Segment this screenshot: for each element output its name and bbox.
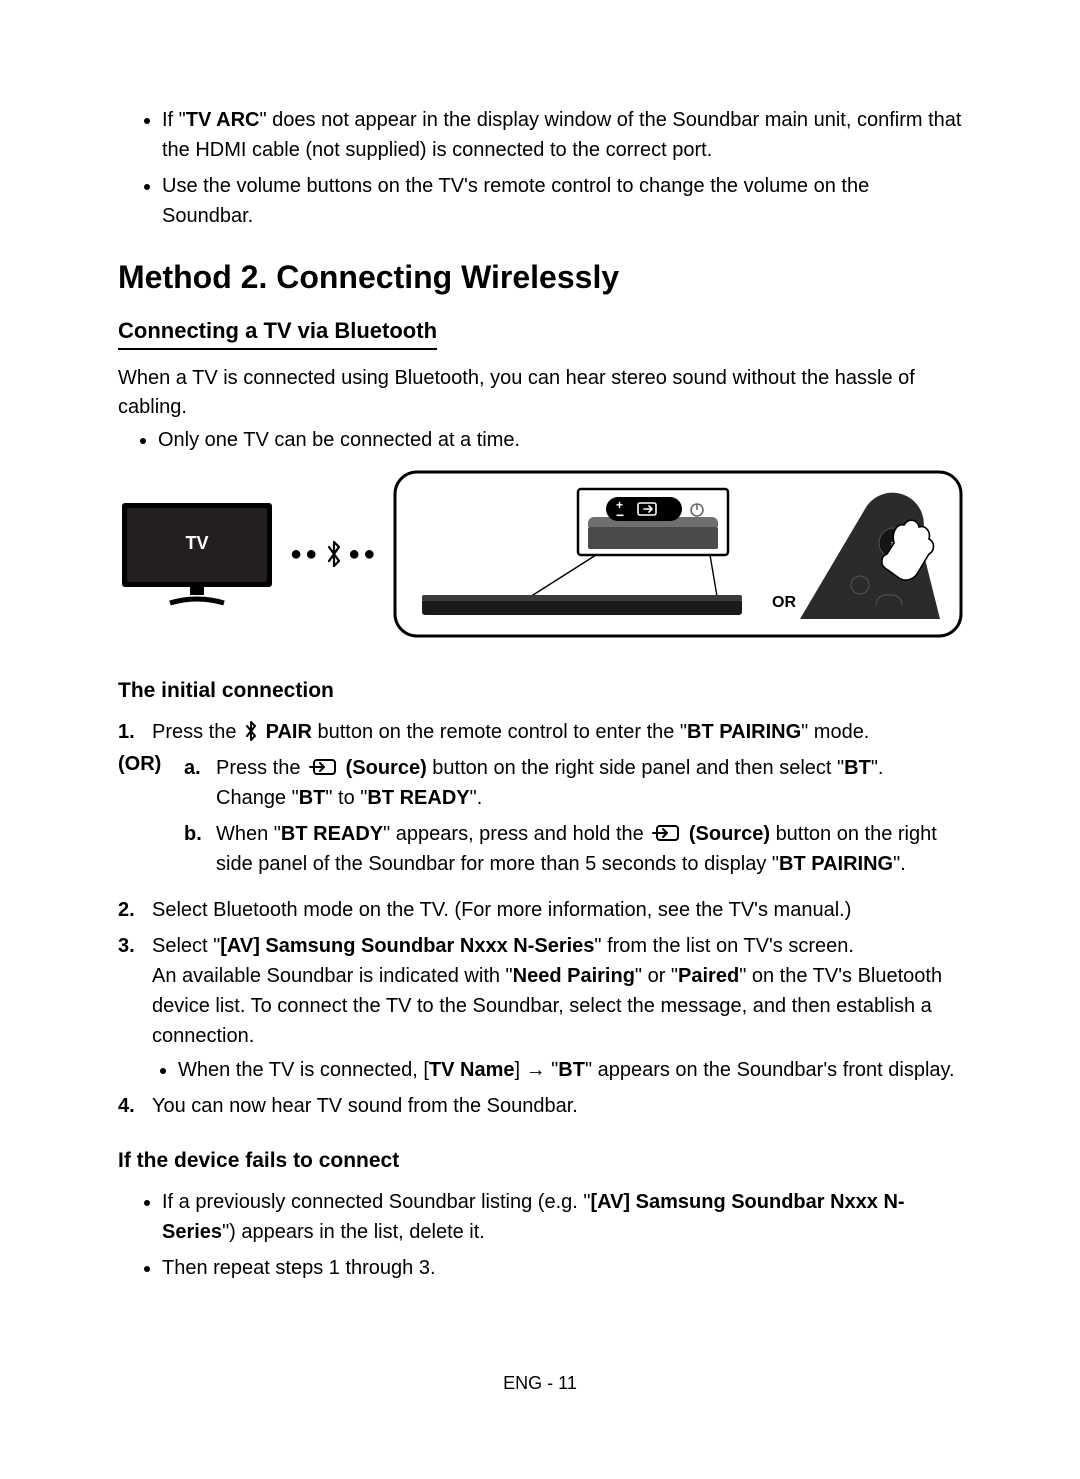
page-footer: ENG - 11 — [0, 1373, 1080, 1394]
connection-diagram: TV ●● ●● — [118, 469, 962, 639]
step-number: 1. — [118, 717, 135, 747]
text: button on the remote control to enter th… — [317, 721, 687, 743]
top-note-item: Use the volume buttons on the TV's remot… — [162, 171, 962, 231]
substep-item: a. Press the (Source) button on the righ… — [184, 753, 962, 813]
top-note-list: If "TV ARC" does not appear in the displ… — [118, 105, 962, 231]
text-bold: Paired — [678, 965, 739, 987]
bluetooth-link-icon: ●● ●● — [290, 540, 378, 568]
text: If a previously connected Soundbar listi… — [162, 1191, 590, 1213]
top-note-item: If "TV ARC" does not appear in the displ… — [162, 105, 962, 165]
text-bold: TV Name — [429, 1059, 515, 1081]
subsection-heading: Connecting a TV via Bluetooth — [118, 318, 437, 350]
text: An available Soundbar is indicated with … — [152, 965, 513, 987]
inner-bullet-item: When the TV is connected, [TV Name] → "B… — [178, 1055, 962, 1085]
substeps: a. Press the (Source) button on the righ… — [184, 753, 962, 885]
initial-connection-heading: The initial connection — [118, 679, 962, 703]
text: " to " — [325, 787, 367, 809]
substep-letter: a. — [184, 753, 201, 783]
note-list: Only one TV can be connected at a time. — [118, 426, 962, 455]
inner-bullet-list: When the TV is connected, [TV Name] → "B… — [152, 1055, 962, 1085]
text: If " — [162, 109, 186, 131]
intro-text: When a TV is connected using Bluetooth, … — [118, 364, 962, 422]
text: When the TV is connected, [ — [178, 1059, 429, 1081]
manual-page: If "TV ARC" does not appear in the displ… — [0, 0, 1080, 1479]
text: ". — [871, 757, 884, 779]
text-bold: BT — [844, 757, 871, 779]
or-block: (OR) a. Press the (Source) button on the… — [118, 753, 962, 885]
tv-illustration: TV — [118, 499, 276, 609]
text: " from the list on TV's screen. — [594, 935, 854, 957]
soundbar-illustration: + − — [392, 469, 964, 639]
step-number: 2. — [118, 895, 135, 925]
svg-text:−: − — [616, 507, 624, 523]
text: " does not appear in the display window … — [162, 109, 961, 161]
step-item: 3. Select "[AV] Samsung Soundbar Nxxx N-… — [118, 931, 962, 1085]
fail-item: If a previously connected Soundbar listi… — [162, 1187, 962, 1247]
or-label: OR — [772, 594, 796, 611]
text-bold: BT — [299, 787, 326, 809]
fail-list: If a previously connected Soundbar listi… — [118, 1187, 962, 1283]
steps-list-cont: 2. Select Bluetooth mode on the TV. (For… — [118, 895, 962, 1121]
text: ] → " — [514, 1059, 558, 1081]
substep-letter: b. — [184, 819, 202, 849]
source-icon — [308, 757, 338, 777]
step-number: 4. — [118, 1091, 135, 1121]
substep-item: b. When "BT READY" appears, press and ho… — [184, 819, 962, 879]
text-bold: (Source) — [689, 823, 770, 845]
text: " appears, press and hold the — [383, 823, 649, 845]
text-bold: BT READY — [281, 823, 383, 845]
text: " or " — [635, 965, 678, 987]
text-bold: BT PAIRING — [687, 721, 801, 743]
bluetooth-icon — [244, 721, 258, 741]
note-item: Only one TV can be connected at a time. — [158, 426, 962, 455]
text: ". — [470, 787, 483, 809]
tv-label: TV — [185, 533, 208, 553]
text: " appears on the Soundbar's front displa… — [585, 1059, 955, 1081]
or-label: (OR) — [118, 753, 166, 776]
step-number: 3. — [118, 931, 135, 961]
step-item: 4. You can now hear TV sound from the So… — [118, 1091, 962, 1121]
step-item: 1. Press the PAIR button on the remote c… — [118, 717, 962, 747]
fail-item: Then repeat steps 1 through 3. — [162, 1253, 962, 1283]
text: Change " — [216, 787, 299, 809]
text: Press the — [152, 721, 242, 743]
text: ") appears in the list, delete it. — [222, 1221, 485, 1243]
text: Use the volume buttons on the TV's remot… — [162, 175, 869, 227]
text: Then repeat steps 1 through 3. — [162, 1257, 436, 1279]
text: Press the — [216, 757, 306, 779]
text-bold: Need Pairing — [513, 965, 635, 987]
text-bold: [AV] Samsung Soundbar Nxxx N-Series — [220, 935, 594, 957]
text-bold: BT READY — [367, 787, 469, 809]
power-icon — [691, 504, 703, 516]
steps-list: 1. Press the PAIR button on the remote c… — [118, 717, 962, 747]
text: When " — [216, 823, 281, 845]
source-icon — [651, 823, 681, 843]
text: " mode. — [801, 721, 869, 743]
text: ". — [893, 853, 906, 875]
text: You can now hear TV sound from the Sound… — [152, 1095, 578, 1117]
text-bold: BT PAIRING — [779, 853, 893, 875]
text-bold: BT — [558, 1059, 585, 1081]
text-bold: PAIR — [266, 721, 312, 743]
text: button on the right side panel and then … — [432, 757, 844, 779]
fail-heading: If the device fails to connect — [118, 1149, 962, 1173]
text-bold: TV ARC — [186, 109, 260, 131]
step-item: 2. Select Bluetooth mode on the TV. (For… — [118, 895, 962, 925]
text: Select " — [152, 935, 220, 957]
text: Select Bluetooth mode on the TV. (For mo… — [152, 899, 851, 921]
text-bold: (Source) — [346, 757, 427, 779]
section-heading: Method 2. Connecting Wirelessly — [118, 259, 962, 296]
